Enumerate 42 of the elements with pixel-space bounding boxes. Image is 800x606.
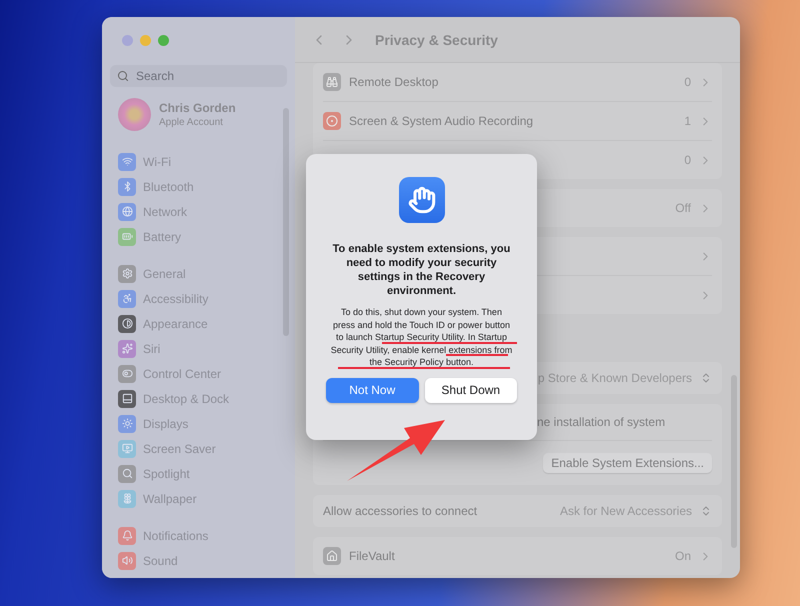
sidebar-item[interactable]: Screen Saver (110, 436, 287, 461)
account-subtitle: Apple Account (159, 117, 224, 128)
hand-icon (398, 177, 444, 223)
binoculars-icon (323, 73, 341, 91)
scrollbar[interactable] (283, 108, 289, 336)
house-icon (323, 547, 341, 565)
sidebar-item[interactable]: Spotlight (110, 461, 287, 486)
search-field[interactable]: Search (134, 68, 278, 84)
dialog-title: To enable system extensions, you need to modify your security settings in the Recovery environment. (332, 242, 512, 298)
sidebar-item[interactable]: Wallpaper (110, 486, 287, 511)
sidebar-item[interactable]: Appearance (110, 311, 287, 336)
sidebar-item[interactable]: Network (110, 199, 287, 224)
sidebar-item[interactable]: Battery (110, 224, 287, 249)
dialog-button[interactable]: Not Now (326, 378, 418, 402)
sidebar-item[interactable]: Control Center (110, 361, 287, 386)
account-name: Chris Gorden (159, 101, 236, 115)
row-label: Remote Desktop (349, 75, 438, 89)
sidebar-item[interactable]: Bluetooth (110, 174, 287, 199)
window-title: Privacy & Security (375, 32, 498, 48)
sidebar-item[interactable]: Sound (110, 548, 287, 573)
sidebar-item[interactable]: Accessibility (110, 286, 287, 311)
sidebar-item[interactable]: Notifications (110, 523, 287, 548)
row-label: Allow accessories to connect (323, 504, 478, 518)
close-button[interactable] (122, 35, 133, 46)
sidebar-item[interactable]: Displays (110, 411, 287, 436)
row-label: FileVault (349, 549, 395, 563)
sidebar-item[interactable]: Siri (110, 336, 287, 361)
enable-extensions-button[interactable]: Enable System Extensions... (543, 453, 712, 473)
dialog-button[interactable]: Shut Down (424, 378, 517, 402)
updown-icon[interactable] (700, 505, 712, 517)
avatar[interactable] (118, 98, 151, 131)
minimize-button[interactable] (140, 35, 151, 46)
search-icon (117, 70, 129, 82)
sidebar-item[interactable]: Desktop & Dock (110, 386, 287, 411)
zoom-button[interactable] (158, 35, 169, 46)
row-label: Screen & System Audio Recording (349, 114, 534, 128)
search-box[interactable]: Search (110, 65, 287, 87)
record-icon (323, 112, 341, 130)
sidebar-item[interactable]: General (110, 261, 287, 286)
sidebar-item[interactable]: Wi-Fi (110, 149, 287, 174)
updown-icon[interactable] (700, 372, 712, 384)
row-text: ne installation of system (537, 415, 666, 429)
